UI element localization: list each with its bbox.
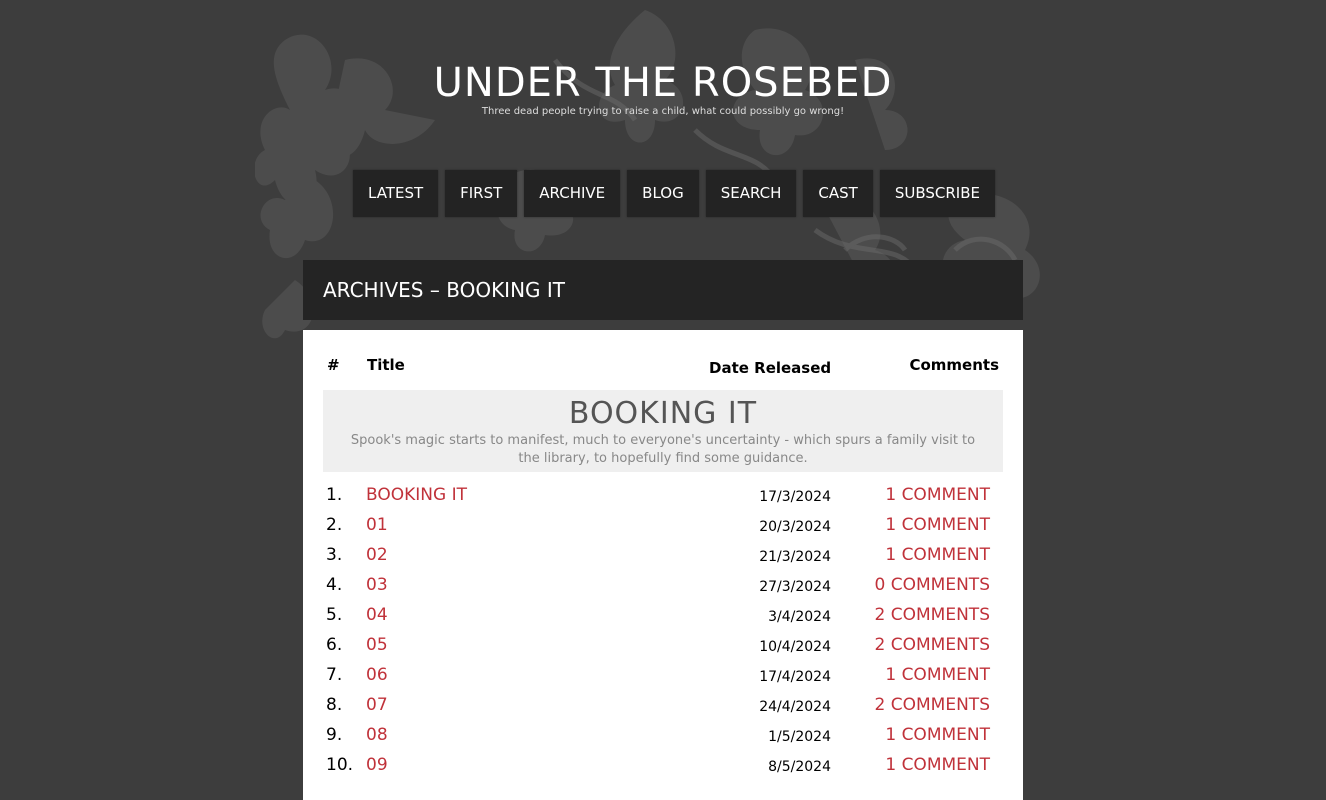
row-comments-link[interactable]: 1 COMMENT (885, 725, 990, 745)
row-title-link[interactable]: 05 (366, 635, 388, 655)
row-comments-link[interactable]: 2 COMMENTS (875, 695, 990, 715)
table-row: 9. 08 1/5/2024 1 COMMENT (323, 722, 1003, 752)
row-date: 3/4/2024 (768, 609, 831, 625)
row-comments-link[interactable]: 0 COMMENTS (875, 575, 990, 595)
archive-list: 1. BOOKING IT 17/3/2024 1 COMMENT 2. 01 … (323, 482, 1003, 782)
row-date: 20/3/2024 (759, 519, 831, 535)
table-row: 10. 09 8/5/2024 1 COMMENT (323, 752, 1003, 782)
row-date: 17/3/2024 (759, 489, 831, 505)
row-number: 2. (326, 515, 343, 535)
column-date: Date Released (709, 359, 832, 377)
row-comments-link[interactable]: 1 COMMENT (885, 665, 990, 685)
row-number: 8. (326, 695, 343, 715)
nav-blog[interactable]: BLOG (627, 170, 699, 217)
row-comments-link[interactable]: 1 COMMENT (885, 485, 990, 505)
main-nav: LATEST FIRST ARCHIVE BLOG SEARCH CAST SU… (353, 170, 995, 217)
row-date: 27/3/2024 (759, 579, 831, 595)
row-number: 5. (326, 605, 343, 625)
chapter-title: BOOKING IT (568, 396, 758, 431)
row-comments-link[interactable]: 2 COMMENTS (875, 605, 990, 625)
chapter-description: Spook's magic starts to manifest, much t… (350, 433, 976, 466)
row-title-link[interactable]: 06 (366, 665, 388, 685)
table-row: 6. 05 10/4/2024 2 COMMENTS (323, 632, 1003, 662)
row-number: 3. (326, 545, 343, 565)
row-title-link[interactable]: 09 (366, 755, 388, 775)
chapter-banner: BOOKING IT Spook's magic starts to manif… (323, 390, 1003, 472)
column-title: Title (367, 356, 405, 374)
archive-heading: ARCHIVES – BOOKING IT (303, 260, 1023, 320)
table-row: 5. 04 3/4/2024 2 COMMENTS (323, 602, 1003, 632)
site-tagline: Three dead people trying to raise a chil… (481, 106, 845, 117)
nav-cast[interactable]: CAST (803, 170, 873, 217)
archive-panel: # Title Date Released Comments BOOKING I… (303, 330, 1023, 800)
table-row: 1. BOOKING IT 17/3/2024 1 COMMENT (323, 482, 1003, 512)
row-comments-link[interactable]: 1 COMMENT (885, 515, 990, 535)
row-number: 7. (326, 665, 343, 685)
row-date: 10/4/2024 (759, 639, 831, 655)
site-header: UNDER THE ROSEBED Three dead people tryi… (0, 58, 1326, 117)
row-title-link[interactable]: 01 (366, 515, 388, 535)
row-date: 21/3/2024 (759, 549, 831, 565)
row-number: 6. (326, 635, 343, 655)
table-row: 7. 06 17/4/2024 1 COMMENT (323, 662, 1003, 692)
nav-latest[interactable]: LATEST (353, 170, 439, 217)
column-comments: Comments (909, 356, 999, 374)
table-row: 4. 03 27/3/2024 0 COMMENTS (323, 572, 1003, 602)
row-title-link[interactable]: 08 (366, 725, 388, 745)
row-date: 24/4/2024 (759, 699, 831, 715)
row-title-link[interactable]: 02 (366, 545, 388, 565)
row-number: 4. (326, 575, 343, 595)
row-number: 1. (326, 485, 343, 505)
row-date: 1/5/2024 (768, 729, 831, 745)
row-comments-link[interactable]: 1 COMMENT (885, 755, 990, 775)
table-row: 3. 02 21/3/2024 1 COMMENT (323, 542, 1003, 572)
row-title-link[interactable]: 07 (366, 695, 388, 715)
nav-subscribe[interactable]: SUBSCRIBE (879, 170, 995, 217)
row-number: 10. (326, 755, 354, 775)
row-comments-link[interactable]: 2 COMMENTS (875, 635, 990, 655)
table-header: # Title Date Released Comments (323, 350, 1003, 390)
column-num: # (327, 356, 340, 374)
row-date: 17/4/2024 (759, 669, 831, 685)
row-date: 8/5/2024 (768, 759, 831, 775)
nav-archive[interactable]: ARCHIVE (524, 170, 621, 217)
table-row: 2. 01 20/3/2024 1 COMMENT (323, 512, 1003, 542)
row-comments-link[interactable]: 1 COMMENT (885, 545, 990, 565)
nav-first[interactable]: FIRST (445, 170, 518, 217)
table-row: 8. 07 24/4/2024 2 COMMENTS (323, 692, 1003, 722)
row-title-link[interactable]: 04 (366, 605, 388, 625)
nav-search[interactable]: SEARCH (705, 170, 797, 217)
site-title[interactable]: UNDER THE ROSEBED (0, 58, 1326, 108)
row-number: 9. (326, 725, 343, 745)
row-title-link[interactable]: BOOKING IT (366, 485, 467, 505)
row-title-link[interactable]: 03 (366, 575, 388, 595)
